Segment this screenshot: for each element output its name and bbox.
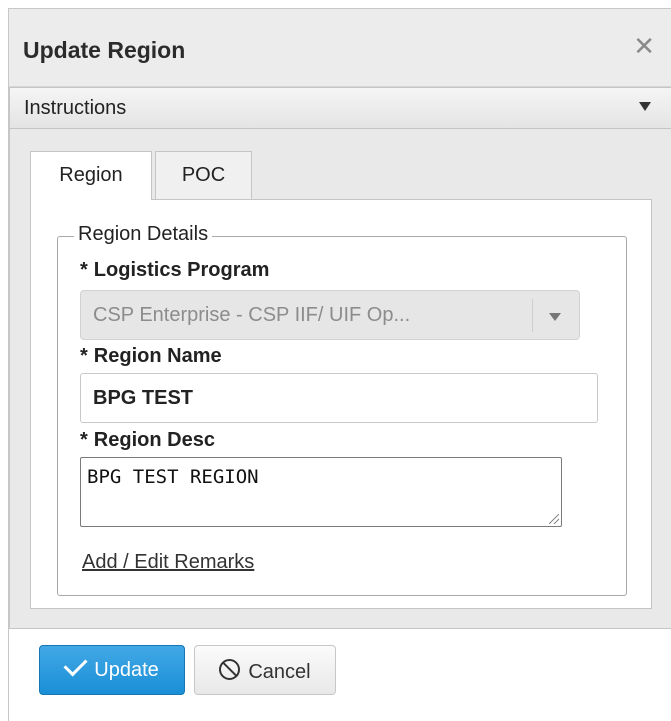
- update-region-dialog: Update Region ✕ Instructions Region POC …: [8, 8, 671, 721]
- logistics-program-label-text: Logistics Program: [93, 259, 270, 281]
- instructions-header[interactable]: Instructions: [9, 87, 671, 129]
- resize-handle-icon[interactable]: [549, 514, 559, 524]
- region-name-label-text: Region Name: [93, 345, 222, 367]
- dialog-title: Update Region: [23, 37, 186, 63]
- region-desc-label-text: Region Desc: [93, 429, 215, 451]
- required-marker: *: [80, 259, 88, 281]
- instructions-label: Instructions: [24, 97, 127, 119]
- region-name-label: * Region Name: [80, 345, 222, 368]
- cancel-button-label: Cancel: [248, 661, 311, 683]
- close-icon[interactable]: ✕: [633, 33, 655, 59]
- region-details-fieldset: Region Details * Logistics Program CSP En…: [57, 223, 627, 596]
- tab-panel: Region POC Region Details * Logistics Pro…: [9, 129, 671, 629]
- logistics-program-select[interactable]: CSP Enterprise - CSP IIF/ UIF Op...: [80, 290, 580, 340]
- region-tab-content: Region Details * Logistics Program CSP En…: [30, 199, 652, 609]
- check-icon: [63, 652, 88, 677]
- region-desc-label: * Region Desc: [80, 429, 215, 452]
- update-button-label: Update: [94, 659, 159, 681]
- select-divider: [532, 299, 533, 332]
- region-desc-value: BPG TEST REGION: [87, 466, 259, 488]
- region-details-legend: Region Details: [74, 223, 213, 246]
- chevron-down-icon: [549, 313, 561, 321]
- dialog-titlebar: Update Region ✕: [9, 9, 671, 87]
- chevron-down-icon: [639, 102, 651, 111]
- tab-region[interactable]: Region: [30, 151, 152, 200]
- cancel-button[interactable]: Cancel: [194, 645, 336, 695]
- add-edit-remarks-link[interactable]: Add / Edit Remarks: [82, 551, 254, 574]
- region-name-value: BPG TEST: [93, 387, 194, 409]
- logistics-program-value: CSP Enterprise - CSP IIF/ UIF Op...: [93, 304, 411, 326]
- required-marker: *: [80, 345, 88, 367]
- tab-poc[interactable]: POC: [155, 151, 252, 199]
- required-marker: *: [80, 429, 88, 451]
- region-name-input[interactable]: BPG TEST: [80, 373, 598, 423]
- region-desc-textarea[interactable]: BPG TEST REGION: [80, 457, 562, 527]
- logistics-program-label: * Logistics Program: [80, 259, 269, 282]
- update-button[interactable]: Update: [39, 645, 185, 695]
- ban-icon: [219, 659, 241, 680]
